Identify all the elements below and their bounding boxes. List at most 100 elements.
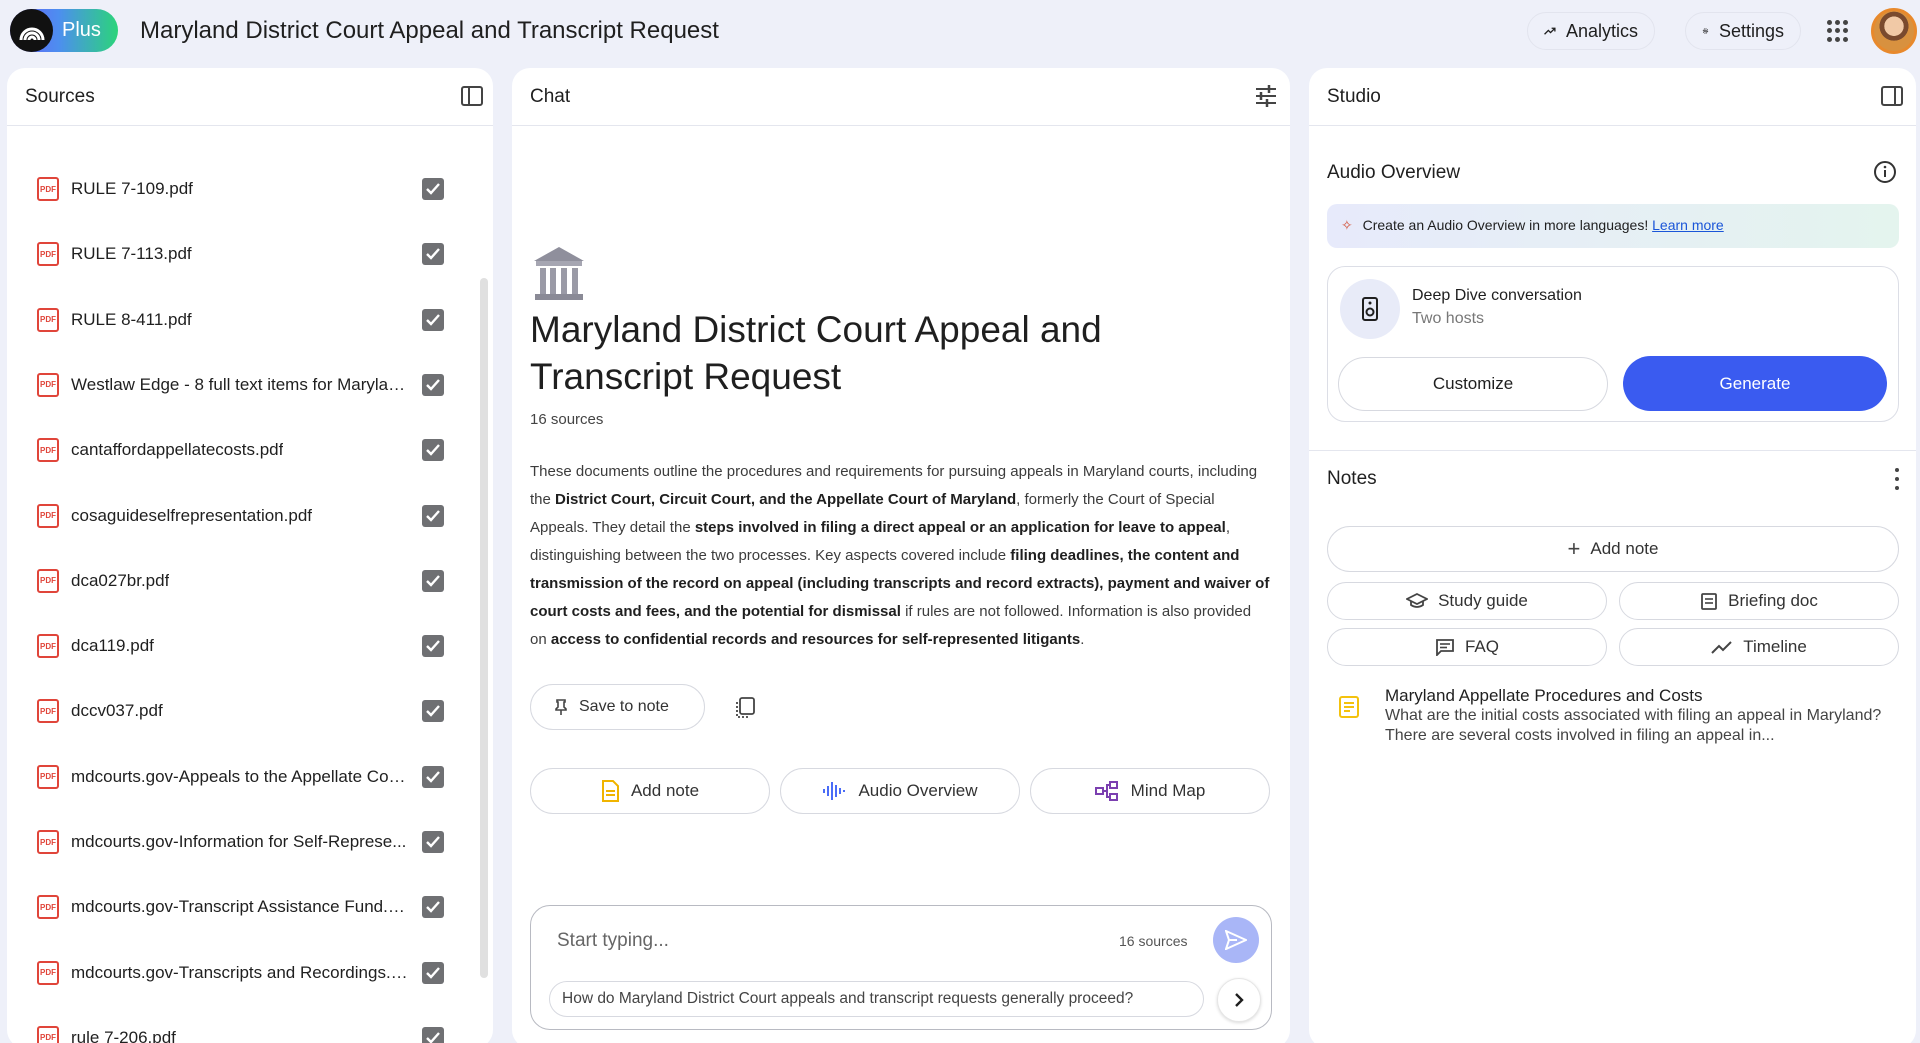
notebook-title[interactable]: Maryland District Court Appeal and Trans… xyxy=(140,17,719,45)
audio-overview-title: Audio Overview xyxy=(1327,162,1461,183)
source-item[interactable]: PDF mdcourts.gov-Information for Self-Rep… xyxy=(7,821,477,861)
saved-note[interactable]: Maryland Appellate Procedures and Costs … xyxy=(1327,686,1897,756)
suggested-question[interactable]: How do Maryland District Court appeals a… xyxy=(549,981,1204,1017)
checkmark-icon xyxy=(426,509,440,522)
checkmark-icon xyxy=(426,901,440,914)
next-suggestion-button[interactable] xyxy=(1217,978,1261,1022)
studio-add-note-label: Add note xyxy=(1590,539,1659,558)
source-name: dca027br.pdf xyxy=(71,570,170,590)
mind-map-button[interactable]: Mind Map xyxy=(1030,768,1270,814)
apps-grid-icon[interactable] xyxy=(1827,20,1849,42)
sources-scrollbar[interactable] xyxy=(480,278,488,978)
notebook-logo-icon xyxy=(10,9,53,52)
source-checkbox[interactable] xyxy=(422,504,444,527)
summary-highlight: steps involved in filing a direct appeal… xyxy=(694,519,1226,536)
classical-building-icon xyxy=(534,247,584,300)
app-logo[interactable]: Plus xyxy=(10,9,118,52)
settings-button[interactable]: Settings xyxy=(1685,12,1801,50)
chevron-right-icon xyxy=(1235,993,1244,1007)
faq-label: FAQ xyxy=(1464,637,1499,656)
source-item[interactable]: PDF rule 7-206.pdf xyxy=(7,1017,477,1043)
add-note-button[interactable]: Add note xyxy=(530,768,770,814)
collapse-panel-icon[interactable] xyxy=(459,83,485,109)
info-icon[interactable] xyxy=(1873,160,1897,184)
top-bar: Plus Maryland District Court Appeal and … xyxy=(0,0,1920,62)
source-checkbox[interactable] xyxy=(422,308,444,331)
source-checkbox[interactable] xyxy=(422,896,444,919)
chat-header: Chat xyxy=(512,68,1290,126)
collapse-panel-icon[interactable] xyxy=(1879,83,1905,109)
source-name: dca119.pdf xyxy=(71,636,154,656)
source-item[interactable]: PDF mdcourts.gov-Transcripts and Recordin… xyxy=(7,952,477,992)
source-checkbox[interactable] xyxy=(422,373,444,396)
mind-map-label: Mind Map xyxy=(1130,781,1206,800)
source-item[interactable]: PDF cantaffordappellatecosts.pdf xyxy=(7,429,477,469)
source-item[interactable]: PDF RULE 7-113.pdf xyxy=(7,233,477,273)
languages-banner: ✧ Create an Audio Overview in more langu… xyxy=(1327,204,1899,248)
source-item[interactable]: PDF mdcourts.gov-Transcript Assistance Fu… xyxy=(7,886,477,926)
analytics-button[interactable]: Analytics xyxy=(1527,12,1655,50)
source-item[interactable]: PDF Westlaw Edge - 8 full text items for … xyxy=(7,364,477,404)
user-avatar[interactable] xyxy=(1871,8,1917,54)
study-guide-button[interactable]: Study guide xyxy=(1327,582,1607,620)
source-name: RULE 7-109.pdf xyxy=(71,179,193,198)
analytics-label: Analytics xyxy=(1565,20,1638,41)
party-popper-icon: ✧ xyxy=(1341,217,1353,233)
source-checkbox[interactable] xyxy=(422,765,444,788)
source-name: mdcourts.gov-Transcripts and Recordings.… xyxy=(71,962,411,982)
timeline-button[interactable]: Timeline xyxy=(1619,628,1899,666)
pdf-icon: PDF xyxy=(37,830,59,854)
source-item[interactable]: PDF dca027br.pdf xyxy=(7,560,477,600)
source-item[interactable]: PDF RULE 8-411.pdf xyxy=(7,299,477,339)
settings-label: Settings xyxy=(1718,20,1784,41)
chat-input-placeholder[interactable]: Start typing... xyxy=(557,930,669,952)
notebook-summary: These documents outline the procedures a… xyxy=(530,458,1270,654)
sources-panel: Sources PDF RULE 7-109.pdf PDF RULE 7-113.p… xyxy=(7,68,493,1043)
source-item[interactable]: PDF dccv037.pdf xyxy=(7,690,477,730)
briefing-doc-button[interactable]: Briefing doc xyxy=(1619,582,1899,620)
source-item[interactable]: PDF cosaguideselfrepresentation.pdf xyxy=(7,495,477,535)
source-checkbox[interactable] xyxy=(422,569,444,592)
checkmark-icon xyxy=(426,640,440,652)
checkmark-icon xyxy=(426,770,440,783)
source-checkbox[interactable] xyxy=(422,831,444,853)
copy-icon[interactable] xyxy=(734,696,756,720)
source-item[interactable]: PDF mdcourts.gov-Appeals to the Appellate… xyxy=(7,756,477,796)
notes-title: Notes xyxy=(1327,468,1377,489)
source-checkbox[interactable] xyxy=(422,961,444,984)
checkmark-icon xyxy=(426,379,440,391)
source-checkbox[interactable] xyxy=(422,439,444,462)
faq-button[interactable]: FAQ xyxy=(1327,628,1607,666)
source-checkbox[interactable] xyxy=(422,178,444,200)
source-item[interactable]: PDF RULE 7-109.pdf xyxy=(7,168,477,208)
note-title: Maryland Appellate Procedures and Costs xyxy=(1385,686,1703,705)
chat-input-box[interactable]: Start typing... 16 sources How do Maryla… xyxy=(530,905,1272,1030)
deep-dive-subtitle: Two hosts xyxy=(1412,310,1485,327)
send-button[interactable] xyxy=(1213,917,1259,963)
save-to-note-button[interactable]: Save to note xyxy=(530,684,705,730)
chat-settings-sliders-icon[interactable] xyxy=(1253,83,1279,109)
mind-map-icon xyxy=(1094,781,1118,801)
pin-icon xyxy=(555,699,567,715)
source-checkbox[interactable] xyxy=(422,1026,444,1043)
source-name: cantaffordappellatecosts.pdf xyxy=(71,440,284,460)
source-checkbox[interactable] xyxy=(422,243,444,266)
audio-overview-button[interactable]: Audio Overview xyxy=(780,768,1020,814)
studio-add-note-button[interactable]: + Add note xyxy=(1327,526,1899,572)
source-name: RULE 8-411.pdf xyxy=(71,309,192,329)
pdf-icon: PDF xyxy=(37,177,59,201)
briefing-doc-icon xyxy=(1701,593,1718,610)
deep-dive-title: Deep Dive conversation xyxy=(1412,287,1582,304)
chat-panel: Chat Maryland District Court Appeal and … xyxy=(512,68,1290,1043)
checkmark-icon xyxy=(426,183,440,195)
pdf-icon: PDF xyxy=(37,503,59,528)
source-item[interactable]: PDF dca119.pdf xyxy=(7,625,477,665)
pdf-icon: PDF xyxy=(37,895,59,920)
more-options-icon[interactable] xyxy=(1893,468,1901,490)
learn-more-link[interactable]: Learn more xyxy=(1652,217,1724,233)
generate-button[interactable]: Generate xyxy=(1623,356,1887,411)
source-checkbox[interactable] xyxy=(422,635,444,658)
plus-label: Plus xyxy=(62,19,101,41)
customize-button[interactable]: Customize xyxy=(1338,357,1608,411)
source-checkbox[interactable] xyxy=(422,700,444,723)
